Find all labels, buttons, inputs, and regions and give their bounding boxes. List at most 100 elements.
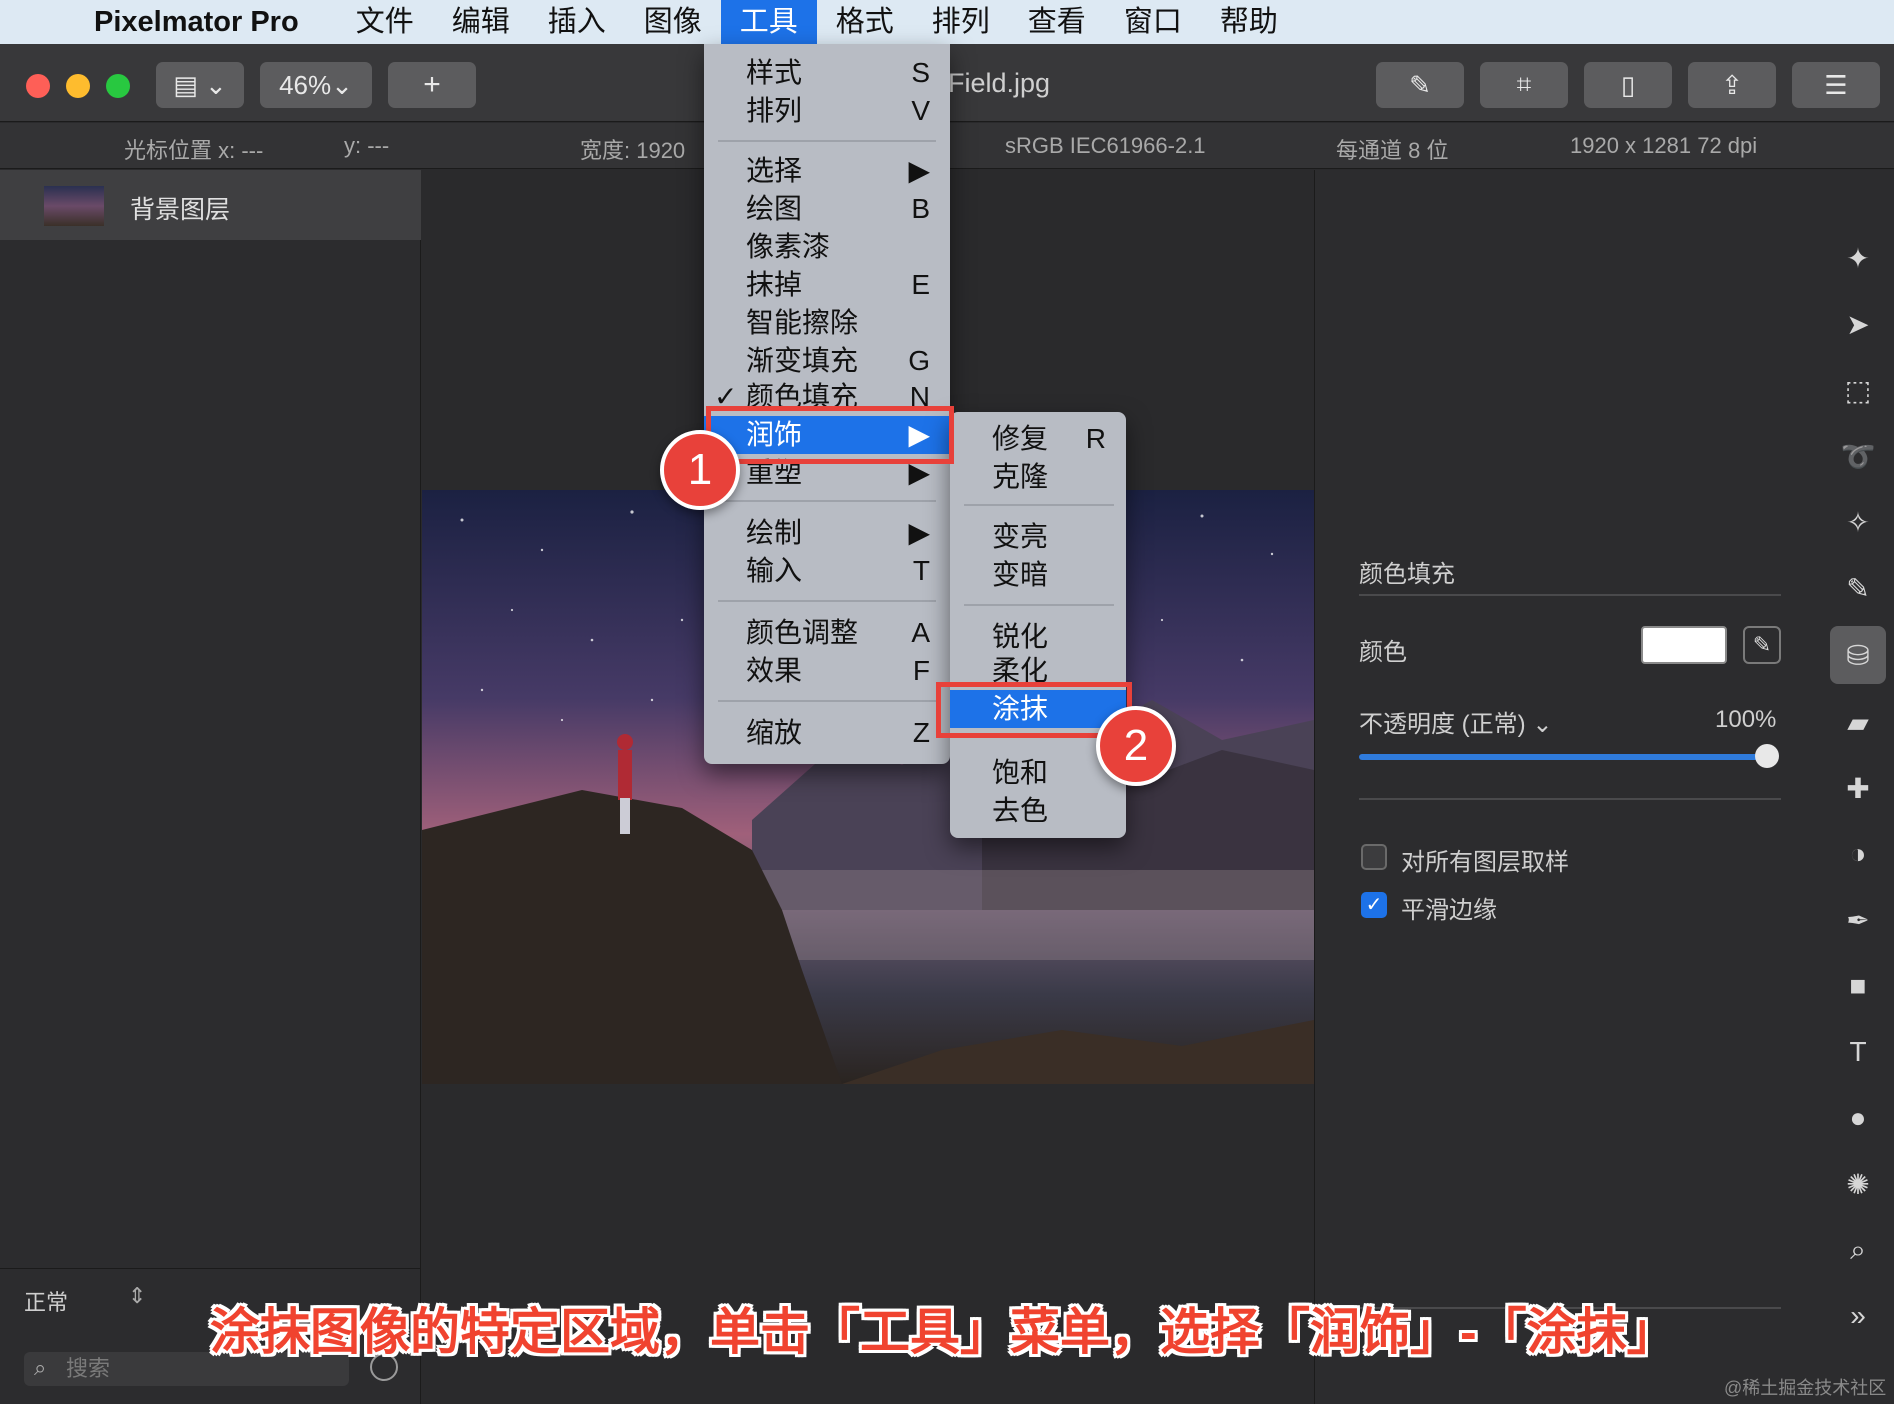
menu-help[interactable]: 帮助 [1201,0,1297,44]
page-icon: ▯ [1620,69,1636,100]
pen-stroke-icon: ✎ [1409,69,1431,100]
color-adjust-icon[interactable]: ● [1834,1094,1882,1142]
instruction-caption: 涂抹图像的特定区域，单击「工具」菜单，选择「润饰」-「涂抹」 [210,1304,1677,1360]
menu-item-color-adjust[interactable]: 颜色调整 A [704,614,950,652]
minimize-window-button[interactable] [66,74,90,98]
canvas-size-button[interactable]: ▯ [1584,62,1672,108]
shape-icon[interactable]: ■ [1834,962,1882,1010]
crop-button[interactable]: ⌗ [1480,62,1568,108]
zoom-icon[interactable]: ⌕ [1834,1226,1882,1274]
watermark: @稀土掘金技术社区 [1724,1378,1887,1398]
menu-item-sharpen[interactable]: 锐化 [950,618,1126,656]
menu-file[interactable]: 文件 [337,0,433,44]
menu-window[interactable]: 窗口 [1105,0,1201,44]
blend-mode-select[interactable]: 正常 [24,1285,68,1317]
menu-edit[interactable]: 编辑 [433,0,529,44]
opacity-slider-knob[interactable] [1755,744,1779,768]
menu-item-clone[interactable]: 克隆 [950,458,1126,496]
wand-icon[interactable]: ✦ [1834,234,1882,282]
share-icon: ⇪ [1721,69,1743,100]
text-icon[interactable]: T [1834,1028,1882,1076]
tool-strip: ✦ ➤ ⬚ ➰ ✧ ✎ ⛁ ▰ ✚ ◑ ✒ ■ T ● ✺ ⌕ » [1822,170,1894,1404]
menu-item-darken[interactable]: 变暗 [950,556,1126,594]
rect-select-icon[interactable]: ⬚ [1834,366,1882,414]
divider [1359,594,1781,596]
eyedropper-icon[interactable]: ✎ [1743,626,1781,664]
bit-depth: 每通道 8 位 [1336,138,1449,163]
sidebar-icon: ▤ ⌄ [173,69,227,100]
lasso-icon[interactable]: ➰ [1834,432,1882,480]
menu-item-erase[interactable]: 抹掉 E [704,266,950,304]
close-window-button[interactable] [26,74,50,98]
image-width: 宽度: 1920 [580,138,686,163]
smooth-edges-label: 平滑边缘 [1401,897,1497,924]
tools-menu: 样式 S 排列 V 选择 ▶ 绘图 B 像素漆 抹掉 E 智能擦除 渐变填充 G ✓ 颜色填充… [704,44,950,764]
menu-separator [718,500,936,502]
zoom-window-button[interactable] [106,74,130,98]
opacity-slider[interactable] [1359,754,1767,760]
menu-insert[interactable]: 插入 [529,0,625,44]
menu-view[interactable]: 查看 [1009,0,1105,44]
menu-item-draw[interactable]: 绘制 ▶ [704,514,950,552]
sidebar-toggle-button[interactable]: ▤ ⌄ [156,62,244,108]
adjustments-button[interactable]: ☰ [1792,62,1880,108]
bandage-icon[interactable]: ✚ [1834,764,1882,812]
arrow-icon[interactable]: ➤ [1834,300,1882,348]
menu-item-effects[interactable]: 效果 F [704,652,950,690]
color-profile: sRGB IEC61966-2.1 [1005,133,1206,158]
paint-bucket-icon[interactable]: ⛁ [1830,626,1886,684]
crop-icon: ⌗ [1516,69,1532,99]
eraser-icon[interactable]: ▰ [1834,698,1882,746]
tool-style-button[interactable]: ✎ [1376,62,1464,108]
submenu-arrow-icon: ▶ [908,155,930,186]
menu-item-pixel[interactable]: 像素漆 [704,228,950,266]
color-swatch[interactable] [1641,626,1727,664]
smooth-edges-checkbox[interactable]: ✓ [1361,892,1387,918]
opacity-value[interactable]: 100% [1715,706,1776,734]
highlight-box-retouch [706,406,954,464]
layer-thumbnail [44,186,104,226]
more-icon[interactable]: » [1834,1292,1882,1340]
menu-item-gradient[interactable]: 渐变填充 G [704,342,950,380]
layers-panel: 背景图层 正常 ⇕ ⌕ [0,170,421,1404]
updown-chevron-icon[interactable]: ⇕ [128,1283,146,1309]
zoom-dropdown[interactable]: 46% ⌄ [260,62,372,108]
menu-item-paint[interactable]: 绘图 B [704,190,950,228]
divider [1359,798,1781,800]
menu-item-zoom[interactable]: 缩放 Z [704,714,950,752]
menu-separator [718,140,936,142]
pen-icon[interactable]: ✒ [1834,896,1882,944]
menu-item-smart-erase[interactable]: 智能擦除 [704,304,950,342]
sample-all-layers-checkbox[interactable] [1361,844,1387,870]
menu-bar: Pixelmator Pro 文件 编辑 插入 图像 工具 格式 排列 查看 窗… [0,0,1894,44]
menu-arrange[interactable]: 排列 [913,0,1009,44]
app-name-menu[interactable]: Pixelmator Pro [94,6,299,39]
menu-image[interactable]: 图像 [625,0,721,44]
distort-icon[interactable]: ◑ [1834,830,1882,878]
opacity-label[interactable]: 不透明度 (正常) ⌄ [1359,704,1552,739]
submenu-arrow-icon: ▶ [908,517,930,548]
menu-tools[interactable]: 工具 [720,0,817,44]
menu-format[interactable]: 格式 [817,0,913,44]
share-button[interactable]: ⇪ [1688,62,1776,108]
document-title: Field.jpg [948,68,1051,98]
menu-item-select[interactable]: 选择 ▶ [704,152,950,190]
menu-item-repair[interactable]: 修复 R [950,420,1126,458]
image-size: 1920 x 1281 72 dpi [1570,133,1758,158]
add-button[interactable]: + [388,62,476,108]
magic-select-icon[interactable]: ✧ [1834,498,1882,546]
layer-row[interactable]: 背景图层 [0,170,421,240]
plus-icon: + [423,68,441,101]
effects-icon[interactable]: ✺ [1834,1160,1882,1208]
menu-separator [964,604,1114,606]
menu-item-style[interactable]: 样式 S [704,54,950,92]
brush-icon[interactable]: ✎ [1834,564,1882,612]
menu-item-type[interactable]: 输入 T [704,552,950,590]
menu-item-arrange[interactable]: 排列 V [704,92,950,130]
color-label: 颜色 [1359,639,1407,666]
sample-all-layers-label: 对所有图层取样 [1401,849,1569,876]
menu-item-desaturate[interactable]: 去色 [950,792,1126,830]
menu-item-lighten[interactable]: 变亮 [950,518,1126,556]
layer-name: 背景图层 [130,196,231,224]
tool-options-panel: 颜色填充 颜色 ✎ 不透明度 (正常) ⌄ 100% 对所有图层取样 ✓ 平滑边… [1314,170,1822,1404]
